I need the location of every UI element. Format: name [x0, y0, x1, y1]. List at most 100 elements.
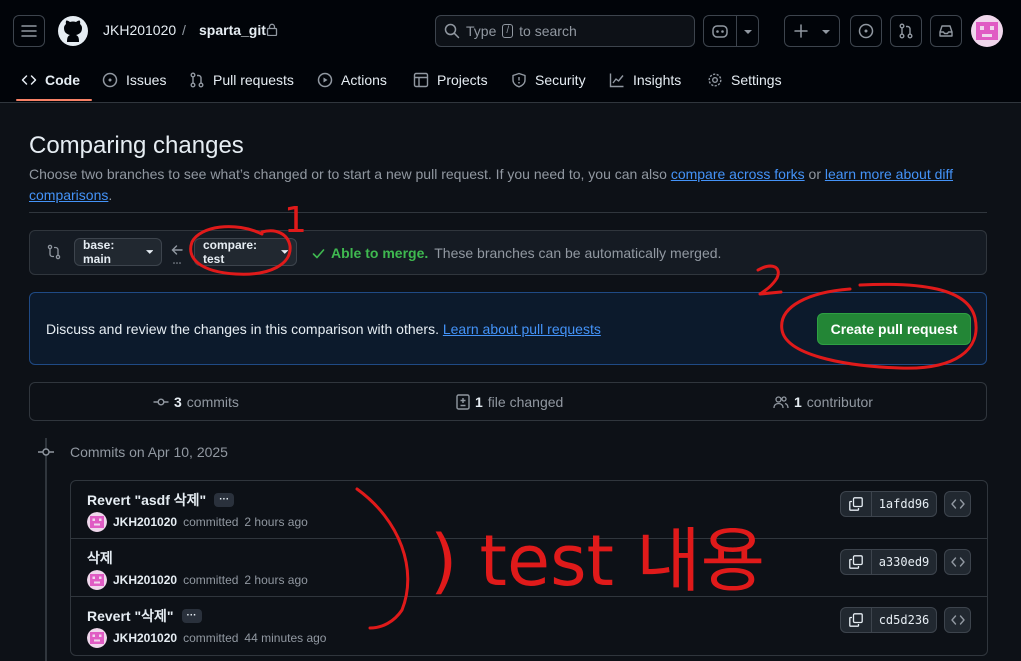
tab-insights[interactable]: Insights: [609, 62, 681, 98]
commit-message-link[interactable]: 삭제: [87, 548, 113, 568]
code-icon: [21, 75, 37, 85]
tab-actions-label: Actions: [341, 72, 387, 88]
commit-meta: JKH201020 committed 2 hours ago: [87, 512, 308, 532]
create-new-button[interactable]: [784, 15, 840, 47]
tab-insights-label: Insights: [633, 72, 682, 88]
issue-icon: [858, 23, 874, 39]
tab-code[interactable]: Code: [21, 62, 80, 98]
description-text: Choose two branches to see what’s change…: [29, 166, 671, 182]
expand-commit-body-button[interactable]: ···: [214, 493, 235, 507]
user-avatar[interactable]: [971, 15, 1003, 50]
contributors-label: contributor: [806, 394, 873, 410]
github-logo-icon[interactable]: [57, 15, 89, 50]
file-diff-icon: [456, 394, 470, 410]
code-icon: [950, 499, 965, 509]
commit-sha-link[interactable]: 1afdd96: [872, 491, 937, 517]
commit-group-date: Commits on Apr 10, 2025: [70, 444, 228, 460]
gear-icon: [708, 73, 722, 87]
copy-icon: [849, 555, 863, 569]
table-icon: [413, 72, 429, 88]
expand-commit-body-button[interactable]: ···: [181, 609, 202, 623]
people-icon: [773, 396, 789, 409]
pull-request-icon: [899, 23, 913, 39]
commit-message: Revert "asdf 삭제" ···: [87, 490, 235, 510]
tab-pull-requests[interactable]: Pull requests: [189, 62, 294, 98]
commit-verb: committed: [183, 631, 239, 645]
search-placeholder-suffix: to search: [519, 23, 577, 39]
search-shortcut-key: /: [502, 24, 514, 38]
tab-security[interactable]: Security: [511, 62, 586, 98]
commit-time: 2 hours ago: [244, 573, 308, 587]
lock-icon: [266, 23, 278, 39]
commit-sha-link[interactable]: a330ed9: [872, 549, 937, 575]
copy-sha-button[interactable]: [840, 491, 872, 517]
copy-sha-button[interactable]: [840, 607, 872, 633]
commit-verb: committed: [183, 515, 239, 529]
commit-row: 삭제 JKH201020 committed 2 hours ago a330e…: [71, 539, 987, 597]
commit-icon: [153, 398, 169, 406]
issues-button[interactable]: [850, 15, 882, 47]
merge-status: Able to merge. These branches can be aut…: [312, 245, 721, 261]
commit-author[interactable]: JKH201020: [113, 573, 177, 587]
commits-count: 3: [174, 394, 182, 410]
timeline-line: [45, 438, 47, 661]
search-input[interactable]: Type / to search: [435, 15, 695, 47]
tab-settings-label: Settings: [731, 72, 782, 88]
commit-author[interactable]: JKH201020: [113, 515, 177, 529]
files-label: file changed: [487, 394, 564, 410]
commit-meta: JKH201020 committed 44 minutes ago: [87, 628, 326, 648]
base-branch-label: base: main: [83, 238, 115, 266]
learn-about-pull-requests-link[interactable]: Learn about pull requests: [443, 321, 601, 337]
contributors-link[interactable]: 1 contributor: [773, 394, 873, 410]
tab-projects[interactable]: Projects: [413, 62, 488, 98]
commit-sha-link[interactable]: cd5d236: [872, 607, 937, 633]
page-title: Comparing changes: [29, 132, 244, 159]
pull-request-icon: [190, 72, 204, 88]
browse-repo-at-commit-button[interactable]: [944, 549, 971, 575]
repo-link[interactable]: sparta_git: [199, 22, 266, 38]
compare-branch-select[interactable]: compare: test: [194, 238, 297, 266]
tab-settings[interactable]: Settings: [707, 62, 782, 98]
tab-projects-label: Projects: [437, 72, 488, 88]
compare-branch-label: compare: test: [203, 238, 258, 266]
menu-icon: [21, 25, 37, 37]
commits-label: commits: [186, 394, 239, 410]
commit-author[interactable]: JKH201020: [113, 631, 177, 645]
compare-across-forks-link[interactable]: compare across forks: [671, 166, 805, 182]
tab-actions[interactable]: Actions: [317, 62, 387, 98]
copy-sha-button[interactable]: [840, 549, 872, 575]
tab-issues[interactable]: Issues: [102, 62, 166, 98]
merge-status-label: Able to merge.: [331, 245, 429, 261]
code-icon: [950, 615, 965, 625]
chevron-down-icon: [744, 30, 752, 34]
merge-status-description: These branches can be automatically merg…: [434, 245, 722, 261]
arrow-left-icon: [170, 243, 184, 268]
inbox-icon: [939, 25, 953, 37]
pull-requests-button[interactable]: [890, 15, 922, 47]
description-end: .: [108, 187, 113, 203]
copy-icon: [849, 497, 863, 511]
tab-pull-requests-label: Pull requests: [213, 72, 294, 88]
browse-repo-at-commit-button[interactable]: [944, 607, 971, 633]
issue-icon: [102, 72, 118, 88]
tab-code-label: Code: [45, 72, 80, 88]
commit-message-link[interactable]: Revert "삭제": [87, 606, 174, 626]
files-changed-link[interactable]: 1 file changed: [456, 394, 563, 410]
copilot-button[interactable]: [703, 15, 759, 47]
avatar-icon: [87, 628, 107, 648]
chevron-down-icon: [822, 30, 830, 34]
play-icon: [317, 72, 333, 88]
code-icon: [950, 557, 965, 567]
browse-repo-at-commit-button[interactable]: [944, 491, 971, 517]
check-icon: [312, 248, 325, 258]
base-branch-select[interactable]: base: main: [74, 238, 162, 266]
divider: [29, 212, 987, 213]
avatar-icon: [87, 570, 107, 590]
create-pull-request-button[interactable]: Create pull request: [817, 313, 971, 345]
hamburger-menu-button[interactable]: [13, 15, 45, 47]
commits-count-link[interactable]: 3 commits: [153, 394, 239, 410]
commit-message: Revert "삭제" ···: [87, 606, 202, 626]
inbox-button[interactable]: [930, 15, 962, 47]
owner-link[interactable]: JKH201020: [103, 22, 176, 38]
commit-message-link[interactable]: Revert "asdf 삭제": [87, 490, 206, 510]
